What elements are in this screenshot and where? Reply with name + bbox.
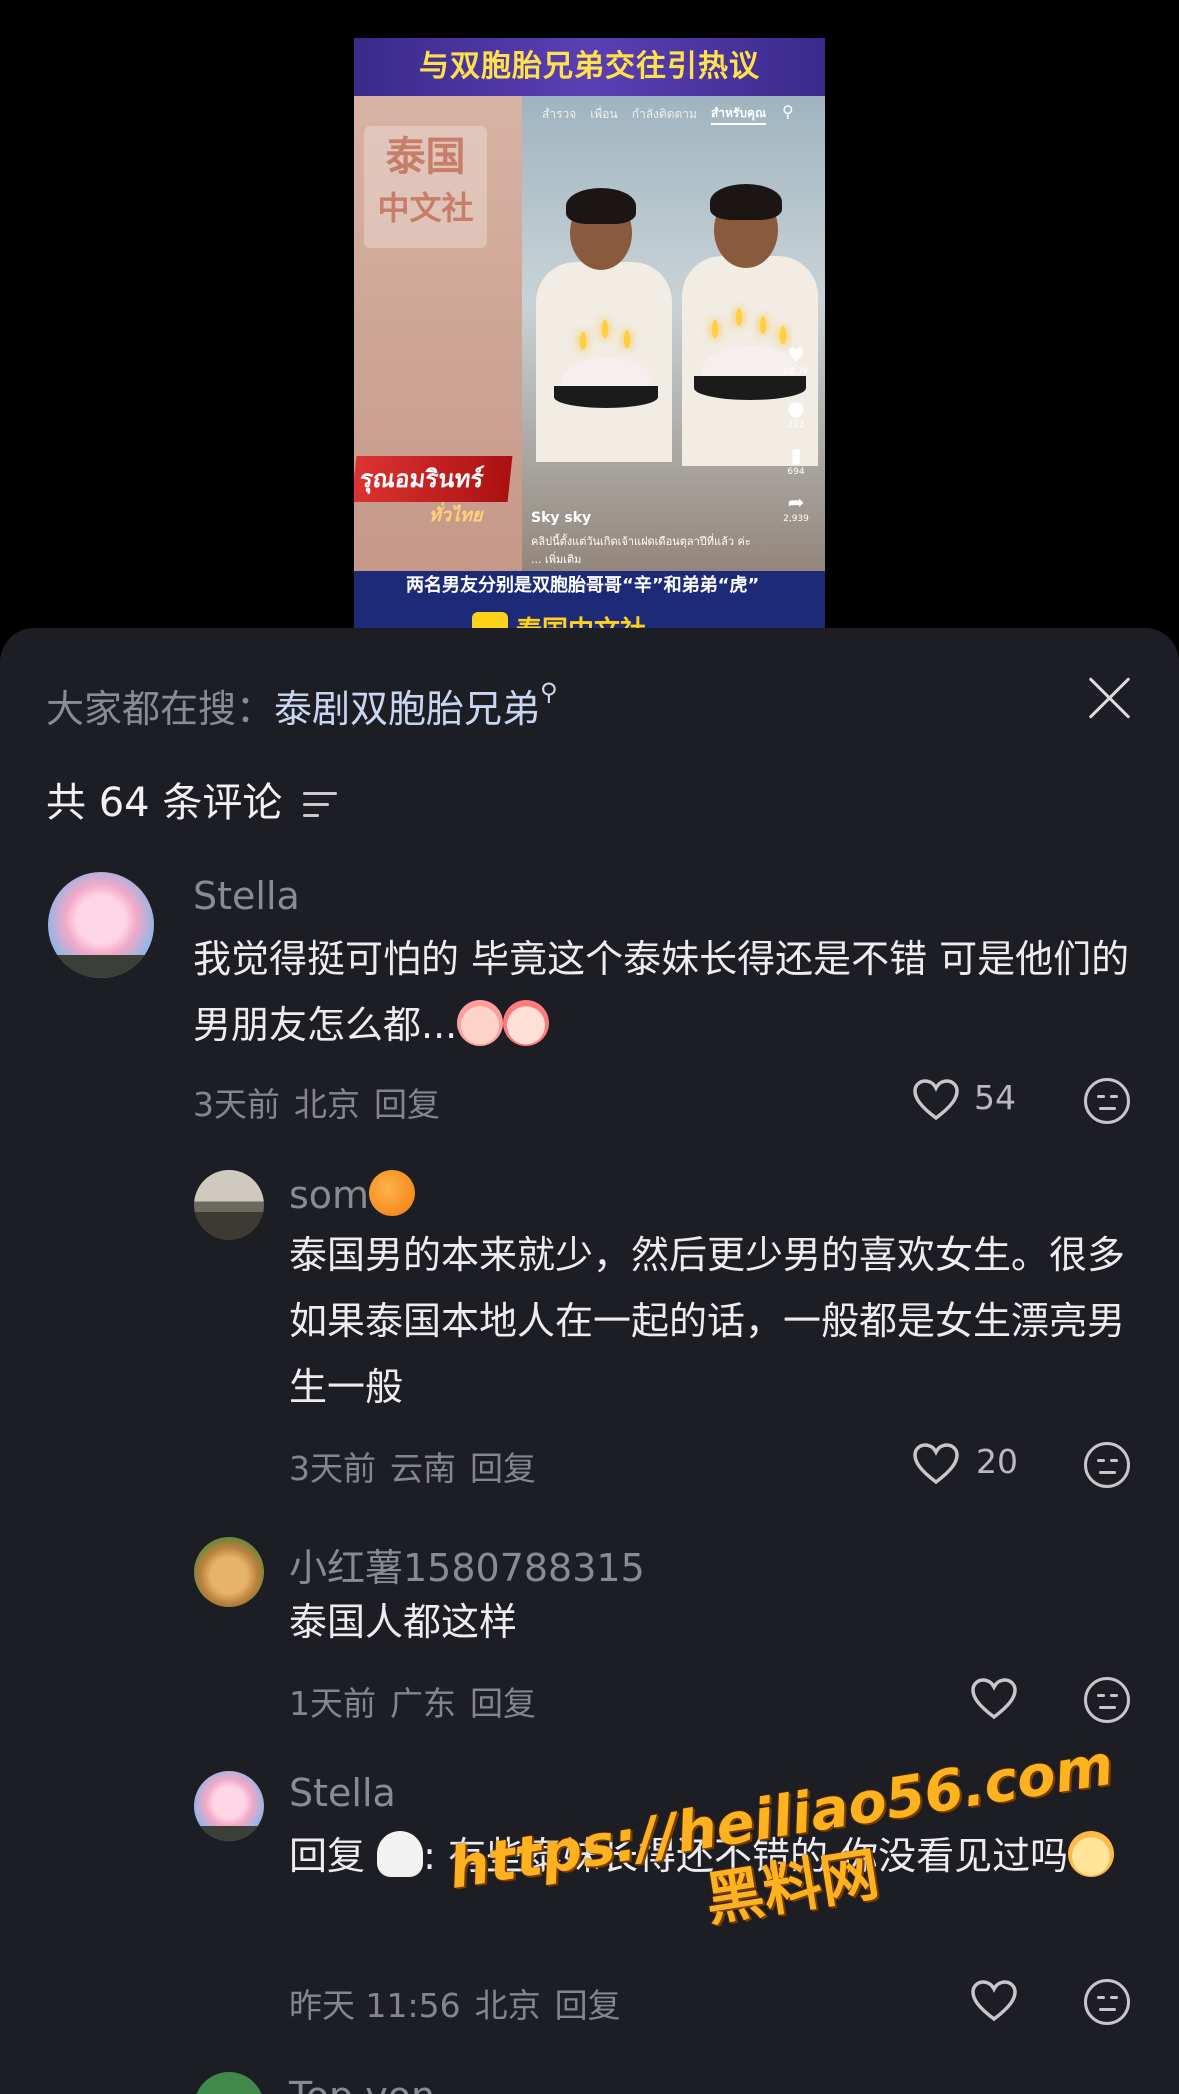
candle-flame — [736, 308, 742, 326]
comment-item: 小红薯1580788315 泰国人都这样 1天前 广东 回复 — [0, 1537, 1179, 1737]
video-banner-title: 与双胞胎兄弟交往引热议 — [354, 38, 825, 96]
reply-button[interactable]: 回复 — [470, 1449, 536, 1488]
dislike-face-icon[interactable] — [1084, 1979, 1130, 2025]
comment-meta: 1天前 广东 回复 — [289, 1677, 550, 1725]
avatar[interactable] — [194, 1537, 264, 1607]
comment-text-body: 我觉得挺可怕的 毕竟这个泰妹长得还是不错 可是他们的男朋友怎么都... — [193, 937, 1130, 1047]
video-bottom-brand: 泰国中文社 — [516, 610, 646, 628]
comment-item: Top.von — [0, 2072, 1179, 2094]
comment-author[interactable]: Top.von — [289, 2074, 435, 2094]
comment-author[interactable]: som — [289, 1170, 416, 1217]
trending-search[interactable]: 大家都在搜：泰剧双胞胎兄弟⚲ — [46, 678, 558, 733]
avatar[interactable] — [194, 1170, 264, 1240]
dislike-face-icon[interactable] — [1084, 1078, 1130, 1124]
comment-text: 泰国男的本来就少，然后更少男的喜欢女生。很多如果泰国本地人在一起的话，一般都是女… — [289, 1233, 1126, 1409]
trending-search-keyword[interactable]: 泰剧双胞胎兄弟 — [274, 687, 540, 731]
like-heart-icon[interactable] — [912, 1442, 960, 1486]
comment-item: som 泰国男的本来就少，然后更少男的喜欢女生。很多如果泰国本地人在一起的话，一… — [0, 1170, 1179, 1530]
bookmark-icon: ▮ — [790, 443, 802, 467]
candle-flame — [712, 320, 718, 338]
video-logo-line2: 中文社 — [377, 189, 474, 227]
video-saves-count: 694 — [787, 467, 805, 477]
comment-icon: ● — [787, 396, 805, 420]
video-comments[interactable]: ● 313 — [778, 396, 814, 430]
reply-button[interactable]: 回复 — [374, 1085, 440, 1124]
cake-plate — [554, 386, 658, 408]
candle-flame — [780, 326, 786, 344]
like-heart-icon[interactable] — [970, 1979, 1018, 2023]
video-likes[interactable]: ♥ 28.7K — [778, 343, 814, 377]
video-caption: คลิปนี้ตั้งแต่วันเกิดเจ้าแฝดเดือนตุลาปีท… — [531, 535, 751, 566]
dislike-face-icon[interactable] — [1084, 1677, 1130, 1723]
video-thai-sub: ทั่วไทย — [429, 505, 483, 526]
video-tiktok-tabs: สำรวจ เพื่อน กำลังติดตาม สำหรับคุณ — [542, 98, 822, 130]
avatar[interactable] — [194, 1771, 264, 1841]
comment-author[interactable]: Stella — [289, 1771, 396, 1815]
comment-meta: 3天前 北京 回复 — [193, 1078, 454, 1126]
comment-meta: 3天前 云南 回复 — [289, 1442, 550, 1490]
comment-location: 广东 — [390, 1684, 456, 1723]
brand-logo-icon — [472, 612, 508, 628]
person-hair — [710, 184, 782, 220]
like-count: 54 — [974, 1078, 1016, 1117]
sort-icon[interactable] — [303, 792, 338, 818]
close-button[interactable] — [1086, 674, 1134, 722]
video-search-icon[interactable]: ⚲ — [782, 102, 794, 121]
candle-flame — [580, 332, 586, 350]
reply-button[interactable]: 回复 — [555, 1986, 621, 2025]
video-shares[interactable]: ➦ 2,939 — [778, 490, 814, 524]
like-count: 20 — [976, 1442, 1018, 1481]
video-channel-logo: 泰国 中文社 — [364, 126, 487, 248]
comment-time: 3天前 — [289, 1449, 376, 1488]
video-thai-badge: รุณอมรินทร์ — [354, 456, 513, 502]
video-likes-count: 28.7K — [783, 367, 809, 377]
like-heart-icon[interactable] — [912, 1078, 960, 1122]
comment-reply-prefix: 回复 — [289, 1834, 366, 1878]
comment-author-name: som — [289, 1173, 370, 1217]
video-comments-count: 313 — [787, 420, 805, 430]
sob-face-icon — [503, 1000, 550, 1046]
dislike-face-icon[interactable] — [1084, 1442, 1130, 1488]
comment-time: 3天前 — [193, 1085, 280, 1124]
comment-time: 昨天 11:56 — [289, 1986, 461, 2025]
avatar[interactable] — [48, 872, 154, 978]
tab-for-you[interactable]: สำหรับคุณ — [710, 104, 767, 125]
comment-text: 我觉得挺可怕的 毕竟这个泰妹长得还是不错 可是他们的男朋友怎么都... — [193, 926, 1133, 1058]
comment-text: 泰国人都这样 — [289, 1600, 518, 1644]
comment-location: 云南 — [390, 1449, 456, 1488]
video-author: Sky sky — [531, 510, 592, 526]
tab-following[interactable]: กำลังติดตาม — [632, 105, 697, 124]
orange-icon — [369, 1170, 416, 1216]
comment-location: 北京 — [294, 1085, 360, 1124]
tab-explore[interactable]: สำรวจ — [542, 105, 576, 124]
candle-flame — [760, 316, 766, 334]
comment-meta: 昨天 11:56 北京 回复 — [289, 1979, 635, 2027]
comment-location: 北京 — [474, 1986, 541, 2025]
comment-item: Stella 我觉得挺可怕的 毕竟这个泰妹长得还是不错 可是他们的男朋友怎么都.… — [0, 872, 1179, 1162]
video-logo-line1: 泰国 — [385, 134, 466, 180]
reply-button[interactable]: 回复 — [470, 1684, 536, 1723]
person-hair — [566, 188, 636, 224]
search-icon: ⚲ — [540, 678, 558, 706]
trending-search-prefix: 大家都在搜： — [46, 687, 275, 731]
avatar[interactable] — [194, 2072, 264, 2094]
comment-author[interactable]: Stella — [193, 874, 300, 918]
video-saves[interactable]: ▮ 694 — [778, 443, 814, 477]
like-heart-icon[interactable] — [970, 1677, 1018, 1721]
video-player[interactable]: 与双胞胎兄弟交往引热议 泰国 中文社 รุณอมรินทร์ ทั่วไทย ส… — [354, 38, 825, 628]
share-icon: ➦ — [787, 490, 805, 514]
candle-flame — [624, 330, 630, 348]
tab-friends[interactable]: เพื่อน — [590, 105, 617, 124]
comment-author[interactable]: 小红薯1580788315 — [289, 1537, 645, 1592]
comment-count-row: 共 64 条评论 — [46, 770, 338, 828]
comment-time: 1天前 — [289, 1684, 376, 1723]
ghost-icon — [377, 1831, 424, 1877]
comment-count: 共 64 条评论 — [46, 780, 283, 826]
video-shares-count: 2,939 — [783, 514, 809, 524]
crying-face-icon — [457, 1000, 504, 1046]
candle-flame — [602, 320, 608, 338]
heart-icon: ♥ — [787, 343, 805, 367]
